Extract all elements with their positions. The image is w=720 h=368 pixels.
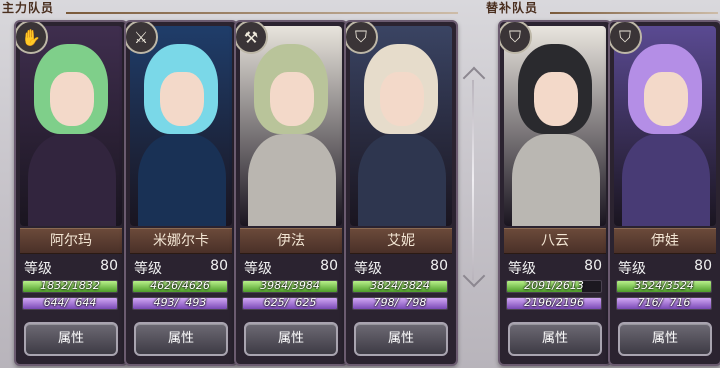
mp-bar-text: 493/ 493: [153, 297, 207, 309]
mp-bar: 2196/2196: [506, 297, 602, 310]
character-card[interactable]: ⛉ 伊娃 等级 80 3524/3524 716/ 716 属性: [608, 20, 720, 366]
hp-bar-text: 1832/1832: [40, 280, 100, 292]
attributes-button[interactable]: 属性: [24, 322, 118, 356]
mp-bar: 798/ 798: [352, 297, 448, 310]
level-value: 80: [430, 258, 448, 274]
hp-bar: 4626/4626: [132, 280, 228, 293]
level-label: 等级: [508, 261, 536, 277]
hp-bar: 3984/3984: [242, 280, 338, 293]
main-team-label: 主力队员: [2, 1, 55, 15]
reserve-team-label: 替补队员: [486, 1, 539, 15]
level-row: 等级 80: [616, 258, 714, 277]
level-label: 等级: [24, 261, 52, 277]
mp-bar-text: 798/ 798: [373, 297, 427, 309]
level-row: 等级 80: [242, 258, 340, 277]
mp-bar: 716/ 716: [616, 297, 712, 310]
attributes-button[interactable]: 属性: [508, 322, 602, 356]
arrow-up-icon: [462, 66, 486, 90]
character-portrait: [130, 26, 232, 226]
character-body: [28, 134, 116, 226]
sword-icon: ⚔: [126, 22, 158, 54]
character-face: [160, 72, 204, 126]
shield-icon: ⛉: [610, 22, 642, 54]
character-name: 伊娃: [614, 228, 716, 254]
hand-icon: ✋: [16, 22, 48, 54]
level-value: 80: [584, 258, 602, 274]
mp-bar-text: 625/ 625: [263, 297, 317, 309]
attributes-button[interactable]: 属性: [134, 322, 228, 356]
mp-bar: 625/ 625: [242, 297, 338, 310]
character-card[interactable]: ⚔ 米娜尔卡 等级 80 4626/4626 493/ 493 属性: [124, 20, 238, 366]
hp-bar-text: 3524/3524: [634, 280, 694, 292]
character-face: [380, 72, 424, 126]
character-face: [644, 72, 688, 126]
mp-bar-text: 2196/2196: [524, 297, 584, 309]
hp-bar-text: 3824/3824: [370, 280, 430, 292]
character-card[interactable]: ⚒ 伊法 等级 80 3984/3984 625/ 625 属性: [234, 20, 348, 366]
character-face: [270, 72, 314, 126]
level-value: 80: [210, 258, 228, 274]
hp-bar-text: 4626/4626: [150, 280, 210, 292]
main-team-divider: [66, 12, 458, 14]
level-value: 80: [694, 258, 712, 274]
hp-bar: 2091/2613: [506, 280, 602, 293]
attributes-button[interactable]: 属性: [244, 322, 338, 356]
character-portrait: [240, 26, 342, 226]
hp-bar: 3524/3524: [616, 280, 712, 293]
attributes-button[interactable]: 属性: [618, 322, 712, 356]
level-row: 等级 80: [132, 258, 230, 277]
hammer-icon: ⚒: [236, 22, 268, 54]
level-label: 等级: [244, 261, 272, 277]
hp-bar-text: 2091/2613: [524, 280, 584, 292]
level-value: 80: [100, 258, 118, 274]
character-face: [50, 72, 94, 126]
team-separator: [472, 80, 474, 280]
character-face: [534, 72, 578, 126]
character-name: 伊法: [240, 228, 342, 254]
character-name: 米娜尔卡: [130, 228, 232, 254]
mp-bar-text: 716/ 716: [637, 297, 691, 309]
level-value: 80: [320, 258, 338, 274]
character-body: [358, 134, 446, 226]
mp-bar: 644/ 644: [22, 297, 118, 310]
character-card[interactable]: ✋ 阿尔玛 等级 80 1832/1832 644/ 644 属性: [14, 20, 128, 366]
character-body: [138, 134, 226, 226]
reserve-team-divider: [550, 12, 718, 14]
hp-bar: 3824/3824: [352, 280, 448, 293]
character-portrait: [20, 26, 122, 226]
level-label: 等级: [354, 261, 382, 277]
character-card[interactable]: ⛉ 八云 等级 80 2091/2613 2196/2196 属性: [498, 20, 612, 366]
arrow-down-icon: [462, 264, 486, 288]
character-portrait: [350, 26, 452, 226]
mp-bar: 493/ 493: [132, 297, 228, 310]
shield-icon: ⛉: [500, 22, 532, 54]
character-body: [512, 134, 600, 226]
character-name: 阿尔玛: [20, 228, 122, 254]
mp-bar-text: 644/ 644: [43, 297, 97, 309]
attributes-button[interactable]: 属性: [354, 322, 448, 356]
character-card[interactable]: ⛉ 艾妮 等级 80 3824/3824 798/ 798 属性: [344, 20, 458, 366]
hp-bar: 1832/1832: [22, 280, 118, 293]
hp-bar-text: 3984/3984: [260, 280, 320, 292]
character-portrait: [614, 26, 716, 226]
level-row: 等级 80: [352, 258, 450, 277]
level-label: 等级: [134, 261, 162, 277]
character-body: [622, 134, 710, 226]
character-portrait: [504, 26, 606, 226]
level-row: 等级 80: [22, 258, 120, 277]
level-row: 等级 80: [506, 258, 604, 277]
character-name: 八云: [504, 228, 606, 254]
level-label: 等级: [618, 261, 646, 277]
character-name: 艾妮: [350, 228, 452, 254]
character-body: [248, 134, 336, 226]
shield-icon: ⛉: [346, 22, 378, 54]
